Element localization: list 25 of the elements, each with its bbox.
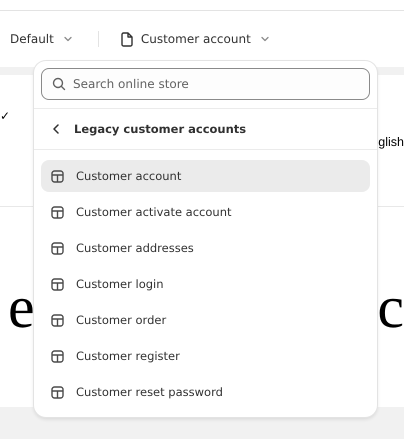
layout-icon: [51, 242, 64, 254]
layout-icon: [51, 350, 64, 362]
layout-icon: [51, 314, 64, 326]
back-button[interactable]: Legacy customer accounts: [34, 109, 377, 149]
search-field[interactable]: Search online store: [41, 68, 370, 100]
file-icon: [120, 32, 133, 46]
chevron-left-icon: [52, 123, 60, 135]
layout-icon: [51, 386, 64, 398]
template-item[interactable]: Customer reset password: [41, 376, 370, 408]
layout-icon: [51, 170, 64, 182]
heading-fragment: c: [377, 277, 404, 337]
search-icon: [52, 77, 66, 91]
template-menu[interactable]: Customer account: [120, 32, 271, 46]
template-item[interactable]: Customer login: [41, 268, 370, 300]
check-mark: ✓: [0, 109, 10, 123]
heading-fragment: e: [8, 277, 35, 337]
template-item[interactable]: Customer order: [41, 304, 370, 336]
template-item[interactable]: Customer account: [41, 160, 370, 192]
template-item[interactable]: Customer addresses: [41, 232, 370, 264]
template-item[interactable]: Customer activate account: [41, 196, 370, 228]
theme-menu[interactable]: Default: [10, 32, 74, 46]
layout-icon: [51, 278, 64, 290]
template-item[interactable]: Customer register: [41, 340, 370, 372]
language-text: glish: [378, 135, 404, 150]
layout-icon: [51, 206, 64, 218]
